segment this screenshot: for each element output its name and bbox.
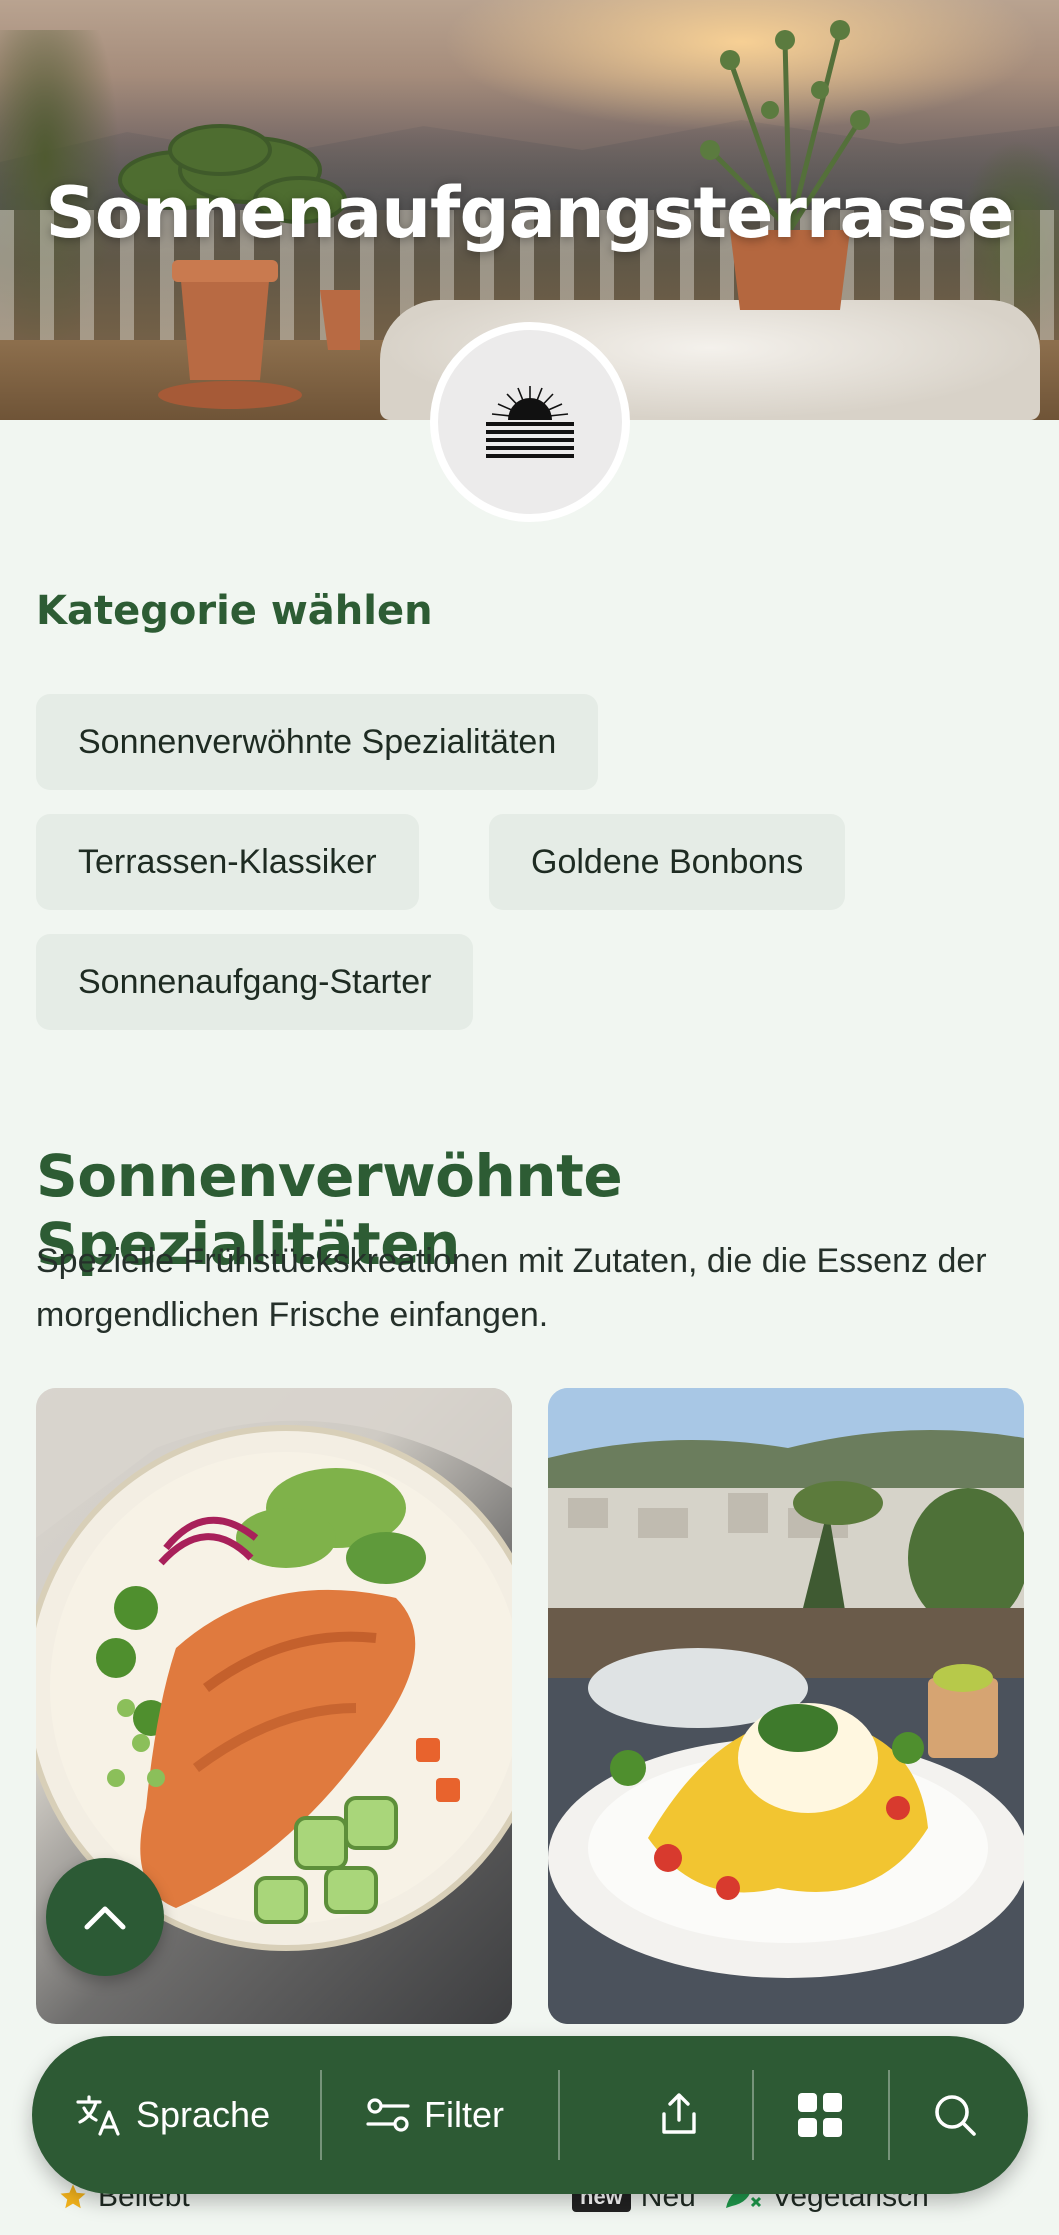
- restaurant-title: Sonnenaufgangsterrasse: [45, 172, 1015, 254]
- category-chip-sonnenverwoehnte[interactable]: Sonnenverwöhnte Spezialitäten: [36, 694, 599, 790]
- share-icon: [662, 2093, 696, 2134]
- category-heading: Kategorie wählen: [36, 588, 433, 634]
- section-description: Spezielle Frühstückskreationen mit Zutat…: [36, 1242, 987, 1334]
- language-label: Sprache: [136, 2094, 271, 2135]
- translate-icon: [76, 2095, 120, 2136]
- chevron-up-icon: [84, 1906, 126, 1930]
- bar-divider: [320, 2070, 322, 2160]
- bar-divider: [752, 2070, 754, 2160]
- bar-divider: [558, 2070, 560, 2160]
- category-chip-terrassen-klassiker[interactable]: Terrassen-Klassiker: [36, 814, 419, 910]
- restaurant-logo: [430, 322, 630, 522]
- filter-button[interactable]: Filter: [366, 2036, 504, 2194]
- search-icon: [935, 2095, 976, 2136]
- language-button[interactable]: Sprache: [76, 2036, 270, 2194]
- bar-divider: [888, 2070, 890, 2160]
- filter-sliders-icon: [366, 2098, 410, 2132]
- potted-plant-right: [700, 20, 870, 310]
- bottom-action-bar: Sprache Filter: [32, 2036, 1028, 2194]
- potted-plant-left: [118, 124, 360, 409]
- search-button[interactable]: [932, 2036, 978, 2194]
- eggs-benedict-terrace-photo: [548, 1388, 1024, 2024]
- scroll-to-top-button[interactable]: [46, 1858, 164, 1976]
- category-chip-sonnenaufgang-starter[interactable]: Sonnenaufgang-Starter: [36, 934, 474, 1030]
- filter-label: Filter: [424, 2094, 504, 2135]
- grid-icon: [798, 2093, 842, 2137]
- sunrise-icon: [486, 386, 574, 458]
- category-chip-goldene-bonbons[interactable]: Goldene Bonbons: [489, 814, 846, 910]
- share-button[interactable]: [656, 2036, 702, 2194]
- grid-view-button[interactable]: [796, 2036, 844, 2194]
- dish-card-eggs-benedict[interactable]: [548, 1388, 1024, 2024]
